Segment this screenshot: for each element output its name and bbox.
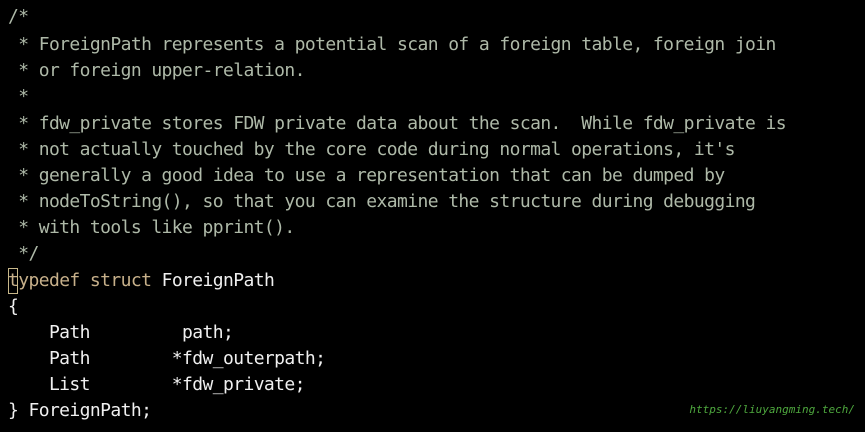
comment-line: * <box>8 86 29 107</box>
struct-keyword: struct <box>79 270 152 291</box>
field-type: List <box>8 374 91 395</box>
watermark: https://liuyangming.tech/ <box>689 403 855 416</box>
field-name: *fdw_private; <box>89 374 306 395</box>
comment-line: * or foreign upper-relation. <box>8 60 305 81</box>
comment-line: * with tools like pprint(). <box>8 217 295 238</box>
comment-line: /* <box>8 6 29 27</box>
struct-field: Path *fdw_outerpath; <box>8 346 326 372</box>
field-type: Path <box>8 348 91 369</box>
struct-field: Path path; <box>8 320 234 346</box>
close-line: } ForeignPath; <box>8 400 152 421</box>
comment-line: * not actually touched by the core code … <box>8 139 735 160</box>
typedef-line: typedef struct ForeignPath <box>8 268 275 294</box>
code-editor[interactable]: /* * ForeignPath represents a potential … <box>0 0 865 432</box>
struct-name: ForeignPath <box>151 270 275 291</box>
field-name: path; <box>89 322 234 343</box>
comment-line: * fdw_private stores FDW private data ab… <box>8 113 787 134</box>
comment-line: * nodeToString(), so that you can examin… <box>8 191 756 212</box>
typedef-keyword: ypedef <box>18 270 80 291</box>
comment-line: * ForeignPath represents a potential sca… <box>8 34 776 55</box>
comment-line: * generally a good idea to use a represe… <box>8 165 725 186</box>
comment-line: */ <box>8 243 39 264</box>
text-cursor[interactable]: t <box>8 268 19 294</box>
field-name: *fdw_outerpath; <box>89 348 326 369</box>
struct-field: List *fdw_private; <box>8 372 306 398</box>
open-brace: { <box>8 296 19 317</box>
field-type: Path <box>8 322 91 343</box>
